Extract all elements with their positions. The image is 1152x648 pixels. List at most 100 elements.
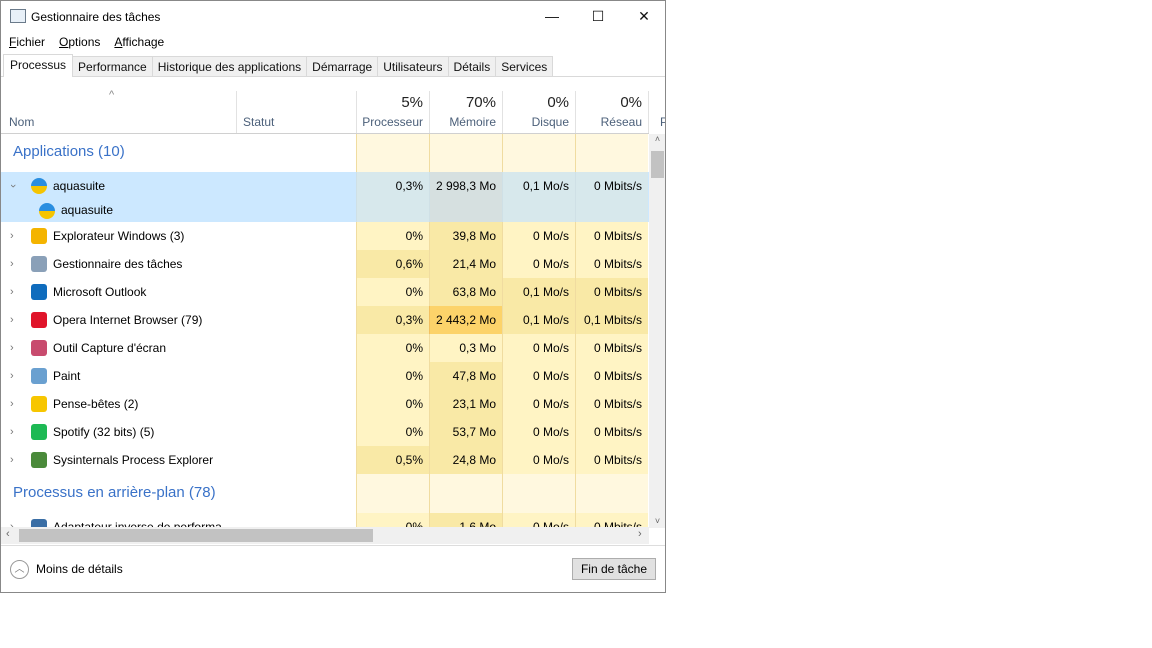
group-header: Processus en arrière-plan (78) bbox=[13, 483, 216, 501]
column-memoire[interactable]: 70% Mémoire bbox=[429, 91, 502, 133]
process-name: Opera Internet Browser (79) bbox=[53, 313, 203, 327]
table-row-selected[interactable]: › aquasuite aquasuite 0,3% 2 998,3 Mo 0,1 Mo/… bbox=[1, 172, 649, 222]
chevron-right-icon[interactable]: › bbox=[10, 222, 14, 250]
empty-cell bbox=[502, 474, 575, 513]
column-disque[interactable]: 0% Disque bbox=[502, 91, 575, 133]
chevron-right-icon[interactable]: › bbox=[10, 278, 14, 306]
menu-affichage[interactable]: Affichage bbox=[114, 35, 164, 49]
tab-historique[interactable]: Historique des applications bbox=[152, 56, 308, 77]
sort-up-icon: ^ bbox=[109, 89, 115, 101]
less-details-link[interactable]: Moins de détails bbox=[36, 562, 123, 576]
process-name: Outil Capture d'écran bbox=[53, 341, 167, 355]
column-processeur[interactable]: 5% Processeur bbox=[356, 91, 429, 133]
group-header: Applications (10) bbox=[13, 143, 125, 160]
net-cell: 0 Mbits/s bbox=[575, 250, 648, 278]
mem-cell: 2 998,3 Mo bbox=[429, 172, 502, 222]
disk-cell: 0,1 Mo/s bbox=[502, 172, 575, 222]
menu-fichier[interactable]: Fichier bbox=[9, 35, 45, 49]
table-row[interactable]: › Paint 0% 47,8 Mo 0 Mo/s 0 Mbits/s bbox=[1, 362, 649, 390]
process-name: Microsoft Outlook bbox=[53, 285, 147, 299]
net-cell: 0 Mbits/s bbox=[575, 418, 648, 446]
column-nom[interactable]: ^ Nom bbox=[1, 89, 236, 133]
aquasuite-icon bbox=[31, 178, 47, 194]
table-row[interactable]: › Adaptateur inverse de performa 0% 1,6 Mo 0… bbox=[1, 513, 649, 527]
menu-bar: Fichier Options Affichage bbox=[9, 35, 164, 49]
table-row[interactable]: › Spotify (32 bits) (5) 0% 53,7 Mo 0 Mo/s 0 M… bbox=[1, 418, 649, 446]
chevron-right-icon[interactable]: › bbox=[10, 446, 14, 474]
net-cell: 0 Mbits/s bbox=[575, 446, 648, 474]
net-total: 0% bbox=[620, 94, 642, 111]
process-name: Gestionnaire des tâches bbox=[53, 257, 183, 271]
window-title: Gestionnaire des tâches bbox=[31, 10, 161, 24]
column-header: ^ Nom Statut 5% Processeur 70% Mémoire 0… bbox=[1, 89, 665, 134]
chevron-right-icon[interactable]: › bbox=[10, 334, 14, 362]
chevron-right-icon[interactable]: › bbox=[10, 513, 14, 527]
snipping-tool-icon bbox=[31, 340, 47, 356]
table-row[interactable]: › Sysinternals Process Explorer 0,5% 24,8 M… bbox=[1, 446, 649, 474]
table-row[interactable]: › Microsoft Outlook 0% 63,8 Mo 0,1 Mo/s 0 Mbi… bbox=[1, 278, 649, 306]
cpu-cell: 0% bbox=[356, 390, 429, 418]
chevron-right-icon[interactable]: › bbox=[10, 250, 14, 278]
tab-performance[interactable]: Performance bbox=[73, 56, 153, 77]
task-manager-window: Gestionnaire des tâches — ☐ ✕ Fichier Op… bbox=[0, 0, 666, 593]
disk-cell: 0 Mo/s bbox=[502, 446, 575, 474]
cpu-cell: 0% bbox=[356, 222, 429, 250]
chevron-right-icon[interactable]: › bbox=[10, 390, 14, 418]
column-label: Nom bbox=[9, 115, 35, 129]
disk-cell: 0 Mo/s bbox=[502, 418, 575, 446]
net-cell: 0 Mbits/s bbox=[575, 362, 648, 390]
cpu-cell: 0% bbox=[356, 513, 429, 527]
table-row[interactable]: › Explorateur Windows (3) 0% 39,8 Mo 0 Mo/s 0… bbox=[1, 222, 649, 250]
disk-cell: 0,1 Mo/s bbox=[502, 278, 575, 306]
column-label: Statut bbox=[243, 115, 275, 129]
mem-cell: 53,7 Mo bbox=[429, 418, 502, 446]
column-reseau[interactable]: 0% Réseau bbox=[575, 91, 648, 133]
scroll-thumb[interactable] bbox=[19, 529, 373, 542]
mem-cell: 24,8 Mo bbox=[429, 446, 502, 474]
close-button[interactable]: ✕ bbox=[621, 1, 665, 31]
chevron-right-icon[interactable]: › bbox=[10, 362, 14, 390]
table-row[interactable]: › Opera Internet Browser (79) 0,3% 2 443,2 … bbox=[1, 306, 649, 334]
tab-processus[interactable]: Processus bbox=[3, 54, 74, 77]
disk-cell: 0 Mo/s bbox=[502, 334, 575, 362]
mem-cell: 2 443,2 Mo bbox=[429, 306, 502, 334]
task-manager-icon bbox=[31, 256, 47, 272]
table-row[interactable]: › Outil Capture d'écran 0% 0,3 Mo 0 Mo/s 0 Mb… bbox=[1, 334, 649, 362]
net-cell: 0 Mbits/s bbox=[575, 278, 648, 306]
empty-cell bbox=[429, 134, 502, 172]
net-cell: 0 Mbits/s bbox=[575, 513, 648, 527]
cpu-cell: 0,6% bbox=[356, 250, 429, 278]
process-name: Spotify (32 bits) (5) bbox=[53, 425, 155, 439]
empty-cell bbox=[575, 134, 648, 172]
tab-utilisateurs[interactable]: Utilisateurs bbox=[378, 56, 449, 77]
chevron-right-icon[interactable]: › bbox=[10, 418, 14, 446]
tab-services[interactable]: Services bbox=[496, 56, 554, 77]
chevron-down-icon[interactable]: › bbox=[1, 184, 27, 188]
task-manager-icon bbox=[10, 9, 26, 23]
empty-cell bbox=[356, 134, 429, 172]
process-name: Pense-bêtes (2) bbox=[53, 397, 139, 411]
end-task-button[interactable]: Fin de tâche bbox=[572, 558, 656, 580]
disk-cell: 0 Mo/s bbox=[502, 250, 575, 278]
cpu-cell: 0% bbox=[356, 418, 429, 446]
tab-demarrage[interactable]: Démarrage bbox=[307, 56, 379, 77]
sticky-notes-icon bbox=[31, 396, 47, 412]
chevron-up-icon[interactable]: ︿ bbox=[10, 560, 29, 579]
column-partial[interactable]: P bbox=[648, 91, 665, 133]
scroll-thumb[interactable] bbox=[651, 151, 664, 178]
table-row[interactable]: › Gestionnaire des tâches 0,6% 21,4 Mo 0 Mo/… bbox=[1, 250, 649, 278]
table-row[interactable]: › Pense-bêtes (2) 0% 23,1 Mo 0 Mo/s 0 Mbits/s bbox=[1, 390, 649, 418]
tab-details[interactable]: Détails bbox=[448, 56, 497, 77]
minimize-button[interactable]: — bbox=[529, 1, 575, 31]
menu-options[interactable]: Options bbox=[59, 35, 100, 49]
column-statut[interactable]: Statut bbox=[236, 91, 356, 133]
column-label: Mémoire bbox=[449, 115, 496, 129]
vertical-scrollbar[interactable]: ˄ ˅ bbox=[649, 134, 665, 528]
horizontal-scrollbar[interactable]: ‹ › bbox=[1, 527, 649, 544]
net-cell: 0 Mbits/s bbox=[575, 222, 648, 250]
process-name: Sysinternals Process Explorer bbox=[53, 453, 214, 467]
chevron-right-icon[interactable]: › bbox=[10, 306, 14, 334]
maximize-button[interactable]: ☐ bbox=[575, 1, 621, 31]
mem-cell: 39,8 Mo bbox=[429, 222, 502, 250]
column-label: P bbox=[660, 115, 665, 129]
